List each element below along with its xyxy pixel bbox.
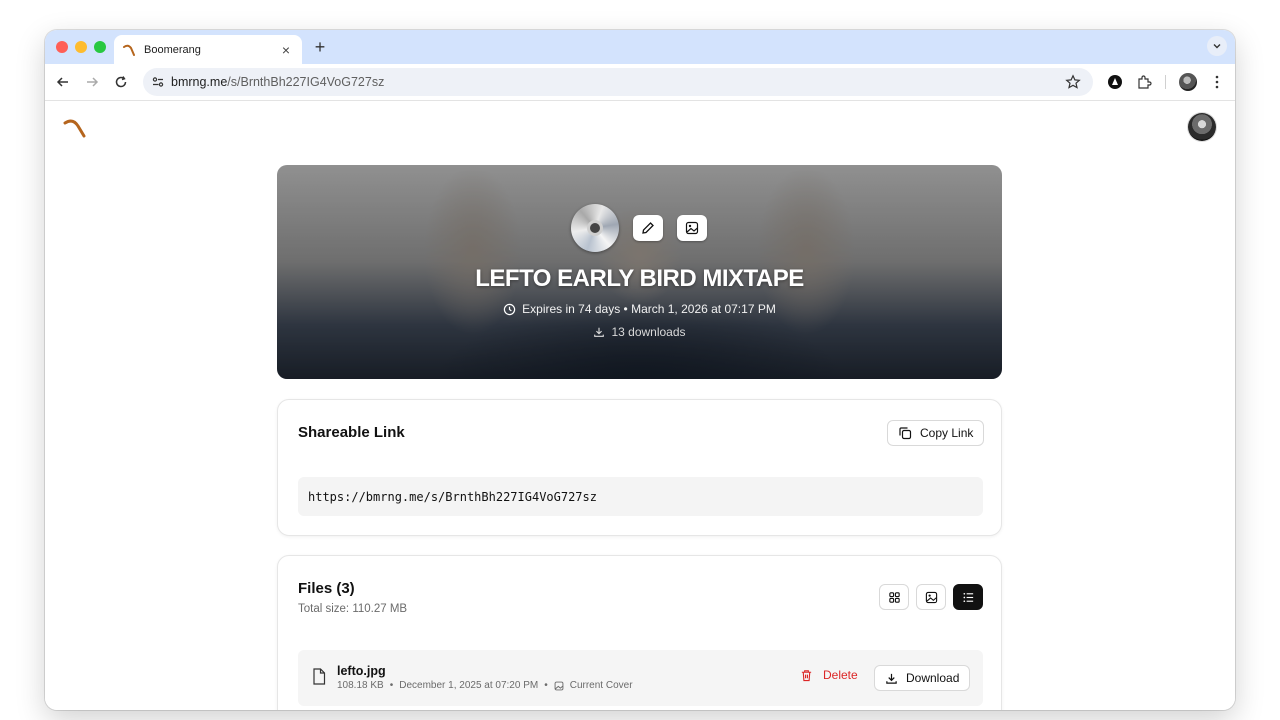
- delete-label: Delete: [823, 668, 858, 682]
- current-cover-badge: Current Cover: [569, 680, 633, 691]
- reload-icon: [115, 76, 127, 88]
- disc-icon: [571, 204, 619, 252]
- page-content: LEFTO EARLY BIRD MIXTAPE Expires in 74 d…: [45, 101, 1235, 710]
- browser-window: Boomerang × + bmrng.me/s/BrnthBh227IG4Vo…: [45, 30, 1235, 710]
- tab-close-icon[interactable]: ×: [278, 42, 294, 58]
- file-name: lefto.jpg: [337, 664, 386, 678]
- toolbar-divider: [1165, 75, 1166, 89]
- url-host: bmrng.me: [171, 75, 228, 89]
- url-text: bmrng.me/s/BrnthBh227IG4VoG727sz: [171, 75, 384, 89]
- copy-link-label: Copy Link: [920, 426, 974, 440]
- boomerang-icon[interactable]: [63, 119, 87, 139]
- expiry-info: Expires in 74 days • March 1, 2026 at 07…: [277, 302, 1002, 316]
- site-settings-icon[interactable]: [145, 68, 171, 96]
- boomerang-icon: [123, 44, 135, 56]
- file-size: 108.18 KB: [337, 680, 384, 691]
- grid-icon: [888, 591, 900, 603]
- window-minimize-button[interactable]: [75, 41, 87, 53]
- kebab-menu-icon[interactable]: [1208, 73, 1226, 91]
- bookmark-star-icon[interactable]: [1065, 74, 1081, 90]
- meta-separator: •: [544, 680, 548, 691]
- copy-icon: [899, 427, 912, 440]
- list-icon: [962, 592, 973, 602]
- shareable-link-card: Shareable Link Copy Link https://bmrng.m…: [277, 399, 1002, 536]
- extensions-puzzle-icon[interactable]: [1135, 73, 1153, 91]
- gallery-view-button[interactable]: [916, 584, 946, 610]
- total-size: Total size: 110.27 MB: [298, 603, 408, 615]
- image-icon: [554, 681, 564, 690]
- forward-button[interactable]: [83, 73, 101, 91]
- download-icon: [594, 327, 605, 337]
- cover-hero: LEFTO EARLY BIRD MIXTAPE Expires in 74 d…: [277, 165, 1002, 379]
- grid-view-button[interactable]: [879, 584, 909, 610]
- chevron-down-icon: [1213, 44, 1221, 49]
- profile-avatar-icon[interactable]: [1179, 73, 1197, 91]
- download-count: 13 downloads: [277, 325, 1002, 339]
- file-icon: [313, 668, 326, 685]
- window-close-button[interactable]: [56, 41, 68, 53]
- file-row[interactable]: lefto.jpg 108.18 KB • December 1, 2025 a…: [298, 650, 983, 706]
- download-icon: [886, 673, 897, 684]
- back-button[interactable]: [54, 73, 72, 91]
- tab-title: Boomerang: [144, 43, 201, 56]
- delete-file-button[interactable]: Delete: [800, 668, 858, 682]
- file-meta: 108.18 KB • December 1, 2025 at 07:20 PM…: [337, 680, 633, 691]
- reload-button[interactable]: [112, 73, 130, 91]
- share-url-field[interactable]: https://bmrng.me/s/BrnthBh227IG4VoG727sz: [298, 477, 983, 516]
- tab-search-button[interactable]: [1207, 36, 1227, 56]
- trash-icon: [801, 669, 812, 681]
- user-avatar[interactable]: [1188, 113, 1216, 141]
- address-bar[interactable]: bmrng.me/s/BrnthBh227IG4VoG727sz: [143, 68, 1093, 96]
- image-icon: [685, 221, 699, 235]
- window-maximize-button[interactable]: [94, 41, 106, 53]
- arrow-right-icon: [87, 77, 99, 87]
- clock-icon: [503, 303, 516, 315]
- copy-link-button[interactable]: Copy Link: [887, 420, 985, 446]
- change-cover-button[interactable]: [677, 215, 707, 241]
- extension-icon[interactable]: [1106, 73, 1124, 91]
- file-date: December 1, 2025 at 07:20 PM: [399, 680, 539, 691]
- share-title: LEFTO EARLY BIRD MIXTAPE: [475, 265, 804, 292]
- list-view-button[interactable]: [953, 584, 983, 610]
- tab-boomerang[interactable]: Boomerang ×: [114, 35, 302, 64]
- image-icon: [925, 591, 937, 603]
- meta-separator: •: [389, 680, 394, 691]
- new-tab-button[interactable]: +: [310, 37, 330, 58]
- edit-title-button[interactable]: [633, 215, 663, 241]
- url-path: /s/BrnthBh227IG4VoG727sz: [227, 75, 385, 89]
- files-card: Files (3) Total size: 110.27 MB lefto.jp…: [277, 555, 1002, 710]
- browser-toolbar: bmrng.me/s/BrnthBh227IG4VoG727sz: [45, 64, 1235, 101]
- download-label: Download: [906, 671, 960, 685]
- arrow-left-icon: [56, 77, 68, 87]
- shareable-link-title: Shareable Link: [298, 424, 405, 441]
- tab-strip: Boomerang × +: [45, 30, 1235, 64]
- download-file-button[interactable]: Download: [874, 665, 971, 691]
- download-count-text: 13 downloads: [611, 325, 686, 339]
- expiry-text: Expires in 74 days • March 1, 2026 at 07…: [522, 302, 776, 316]
- files-title: Files (3): [298, 580, 355, 597]
- pencil-icon: [642, 222, 654, 234]
